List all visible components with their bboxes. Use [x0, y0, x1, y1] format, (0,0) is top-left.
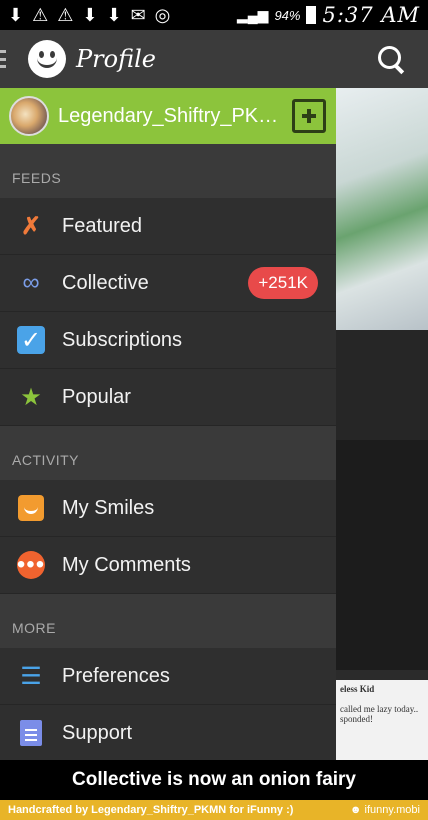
featured-icon: ✗	[20, 212, 42, 240]
meme-caption: Collective is now an onion fairy	[0, 760, 428, 800]
warning-icon: ⚠	[57, 4, 74, 25]
comment-icon: •••	[16, 551, 46, 579]
background-card-line: sponded!	[340, 714, 373, 724]
menu-item-subscriptions[interactable]: ✓ Subscriptions	[0, 312, 336, 369]
download-icon: ⬇	[106, 4, 122, 25]
star-icon: ★	[20, 383, 42, 411]
menu-item-label: Popular	[62, 385, 131, 408]
wifi-icon: ◎	[154, 4, 171, 25]
background-artwork	[336, 88, 428, 330]
avatar[interactable]	[9, 96, 49, 136]
battery-percent: 94%	[274, 7, 301, 23]
page-title: Profile	[76, 45, 156, 73]
smiley-icon[interactable]	[28, 40, 66, 78]
app-bar: Profile	[0, 30, 428, 88]
menu-item-popular[interactable]: ★ Popular	[0, 369, 336, 426]
section-header-activity: ACTIVITY	[0, 426, 336, 480]
search-icon[interactable]	[376, 44, 406, 74]
menu-item-label: My Smiles	[62, 496, 155, 519]
status-right: ▂▄▆ 94% 5:37 AM	[237, 3, 420, 27]
sliders-icon: ☰	[20, 662, 42, 690]
drawer-toggle-icon[interactable]	[0, 50, 6, 68]
background-card-title: eless Kid	[340, 684, 375, 694]
add-post-icon[interactable]	[292, 99, 326, 133]
background-strip	[336, 330, 428, 440]
signal-icon: ▂▄▆	[237, 6, 269, 23]
section-header-more: MORE	[0, 594, 336, 648]
document-icon	[20, 720, 42, 746]
menu-item-featured[interactable]: ✗ Featured	[0, 198, 336, 255]
download-icon: ⬇	[8, 4, 24, 25]
watermark-credit: Handcrafted by Legendary_Shiftry_PKMN fo…	[8, 804, 294, 816]
section-header-feeds: FEEDS	[0, 144, 336, 198]
user-profile-row[interactable]: Legendary_Shiftry_PK…	[0, 88, 336, 144]
mail-icon: ✉	[130, 4, 146, 25]
menu-item-support[interactable]: Support	[0, 705, 336, 762]
menu-item-preferences[interactable]: ☰ Preferences	[0, 648, 336, 705]
collective-count-badge: +251K	[248, 267, 318, 299]
menu-item-my-smiles[interactable]: My Smiles	[0, 480, 336, 537]
menu-item-my-comments[interactable]: ••• My Comments	[0, 537, 336, 594]
menu-item-collective[interactable]: ∞ Collective +251K	[0, 255, 336, 312]
background-screenshot	[336, 440, 428, 670]
username: Legendary_Shiftry_PK…	[58, 104, 279, 127]
download-icon: ⬇	[82, 4, 98, 25]
menu-item-label: Support	[62, 721, 133, 744]
warning-icon: ⚠	[32, 4, 49, 25]
menu-item-label: Preferences	[62, 664, 170, 687]
navigation-drawer: Legendary_Shiftry_PK… FEEDS ✗ Featured ∞…	[0, 88, 336, 762]
infinity-icon: ∞	[22, 269, 40, 296]
menu-item-label: Subscriptions	[62, 328, 183, 351]
watermark-brand: ☻ ifunny.mobi	[349, 804, 420, 816]
checkbox-icon: ✓	[17, 326, 45, 354]
smile-icon	[18, 495, 44, 521]
menu-item-label: My Comments	[62, 553, 191, 576]
watermark-footer: Handcrafted by Legendary_Shiftry_PKMN fo…	[0, 800, 428, 820]
background-card: eless Kid called me lazy today.. sponded…	[336, 680, 428, 760]
battery-icon	[306, 6, 317, 24]
clock: 5:37 AM	[322, 3, 420, 27]
notification-icons: ⬇ ⚠ ⚠ ⬇ ⬇ ✉ ◎	[8, 5, 170, 26]
status-bar: ⬇ ⚠ ⚠ ⬇ ⬇ ✉ ◎ ▂▄▆ 94% 5:37 AM	[0, 0, 428, 30]
background-feed: eless Kid called me lazy today.. sponded…	[336, 30, 428, 760]
background-card-line: called me lazy today..	[340, 704, 419, 714]
menu-item-label: Collective	[62, 271, 149, 294]
menu-item-label: Featured	[62, 214, 143, 237]
